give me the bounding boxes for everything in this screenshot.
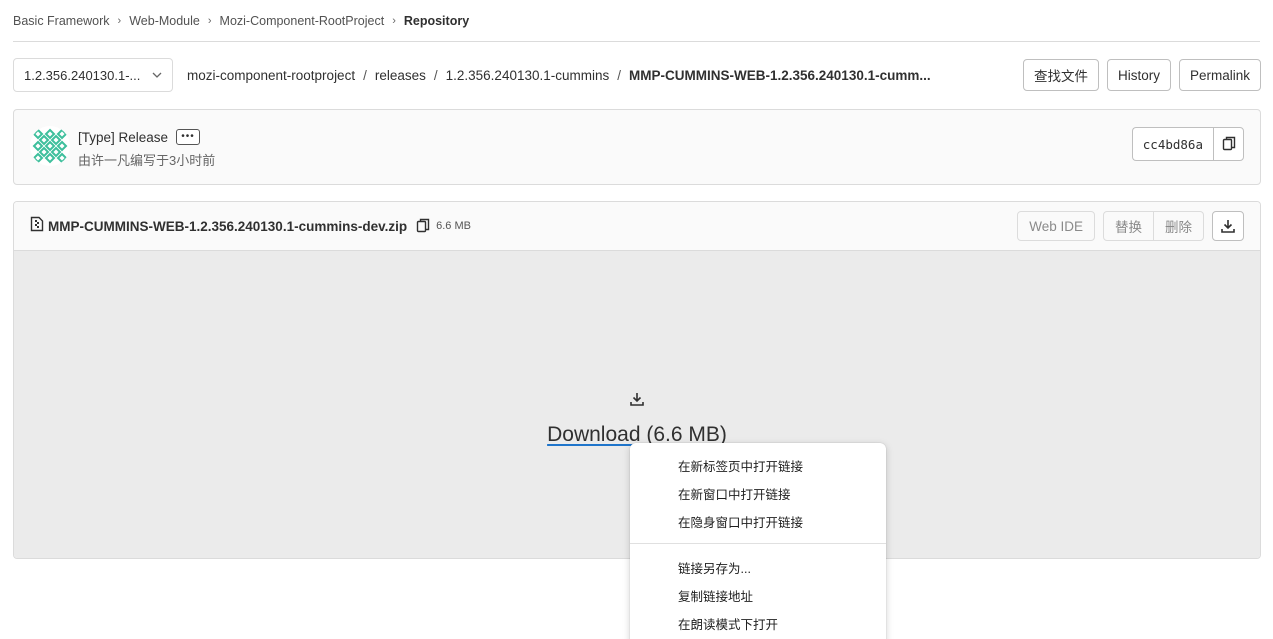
- path-segment-root[interactable]: mozi-component-rootproject: [187, 68, 355, 83]
- commit-author-meta: 由许一凡编写于3小时前: [78, 153, 216, 168]
- commit-sha-group: cc4bd86a: [1131, 127, 1244, 161]
- delete-button[interactable]: 删除: [1154, 211, 1204, 241]
- menu-open-new-window[interactable]: 在新窗口中打开链接: [630, 479, 886, 507]
- file-name: MMP-CUMMINS-WEB-1.2.356.240130.1-cummins…: [48, 218, 408, 234]
- branch-selector[interactable]: 1.2.356.240130.1-...: [13, 58, 173, 92]
- breadcrumb-basic-framework[interactable]: Basic Framework: [13, 14, 110, 28]
- download-link[interactable]: Download: [547, 423, 640, 446]
- permalink-button[interactable]: Permalink: [1178, 59, 1261, 91]
- last-commit-panel: [Type] Release ••• 由许一凡编写于3小时前 cc4bd86a: [13, 109, 1261, 185]
- avatar[interactable]: [30, 126, 70, 166]
- chevron-down-icon: [152, 70, 162, 81]
- download-icon: [629, 391, 645, 412]
- menu-save-link-as[interactable]: 链接另存为...: [630, 553, 886, 581]
- path-separator: /: [433, 67, 438, 83]
- breadcrumb-separator-icon: ›: [207, 14, 212, 27]
- breadcrumb-separator-icon: ›: [117, 14, 122, 27]
- page: Basic Framework › Web-Module › Mozi-Comp…: [0, 0, 1273, 639]
- path-segment-releases[interactable]: releases: [375, 68, 426, 83]
- breadcrumb-web-module[interactable]: Web-Module: [129, 14, 200, 28]
- path-segment-version[interactable]: 1.2.356.240130.1-cummins: [446, 68, 610, 83]
- history-button[interactable]: History: [1106, 59, 1171, 91]
- breadcrumb-root-project[interactable]: Mozi-Component-RootProject: [220, 14, 385, 28]
- copy-file-path-icon[interactable]: [416, 218, 430, 234]
- breadcrumb-repository[interactable]: Repository: [404, 14, 469, 28]
- path-separator: /: [617, 67, 622, 83]
- tree-path-row: 1.2.356.240130.1-... mozi-component-root…: [13, 58, 1261, 92]
- copy-icon[interactable]: [1213, 127, 1244, 161]
- path-current-file: MMP-CUMMINS-WEB-1.2.356.240130.1-cumm...: [629, 67, 931, 83]
- file-header: MMP-CUMMINS-WEB-1.2.356.240130.1-cummins…: [14, 202, 1260, 251]
- breadcrumb-separator-icon: ›: [392, 14, 396, 27]
- replace-button[interactable]: 替换: [1103, 211, 1154, 241]
- path-separator: /: [363, 67, 367, 83]
- commit-more-button[interactable]: •••: [176, 129, 201, 145]
- commit-sha[interactable]: cc4bd86a: [1131, 127, 1213, 161]
- menu-separator: [630, 543, 886, 544]
- find-file-button[interactable]: 查找文件: [1022, 59, 1099, 91]
- menu-open-new-tab[interactable]: 在新标签页中打开链接: [630, 451, 886, 479]
- web-ide-button[interactable]: Web IDE: [1017, 211, 1095, 241]
- branch-selector-label: 1.2.356.240130.1-...: [24, 67, 141, 83]
- file-size: 6.6 MB: [436, 220, 471, 232]
- menu-copy-link-address[interactable]: 复制链接地址: [630, 581, 886, 609]
- file-path: mozi-component-rootproject / releases / …: [187, 68, 931, 83]
- tree-actions: 查找文件 History Permalink: [1022, 59, 1261, 91]
- commit-title-row: [Type] Release •••: [78, 129, 201, 145]
- file-zip-icon: [30, 216, 44, 237]
- breadcrumb: Basic Framework › Web-Module › Mozi-Comp…: [13, 0, 1260, 42]
- download-icon[interactable]: [1212, 211, 1244, 241]
- context-menu: 在新标签页中打开链接 在新窗口中打开链接 在隐身窗口中打开链接 链接另存为...…: [630, 443, 886, 639]
- menu-open-reading-mode[interactable]: 在朗读模式下打开: [630, 609, 886, 637]
- commit-title[interactable]: [Type] Release: [78, 130, 168, 145]
- menu-open-incognito[interactable]: 在隐身窗口中打开链接: [630, 507, 886, 535]
- file-actions: Web IDE 替换 删除: [1017, 211, 1244, 241]
